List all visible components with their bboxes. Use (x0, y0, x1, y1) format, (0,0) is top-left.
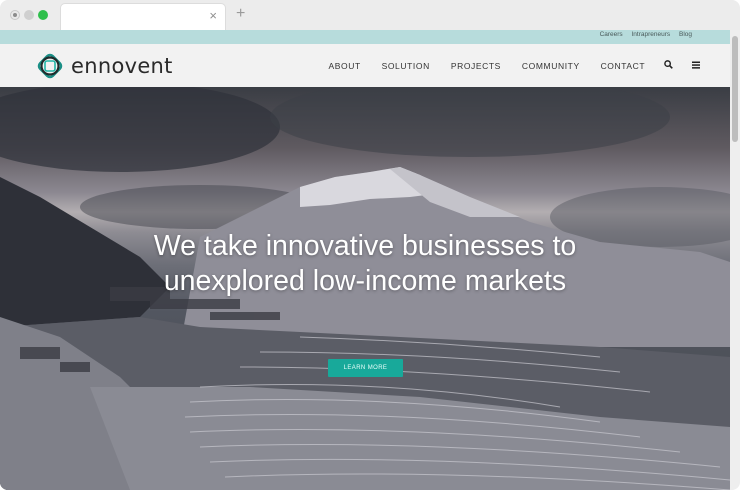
blog-link[interactable]: Blog (679, 31, 692, 38)
page-scrollbar[interactable] (730, 30, 740, 490)
nav-community[interactable]: COMMUNITY (522, 61, 580, 71)
nav-about[interactable]: ABOUT (328, 61, 360, 71)
window-maximize-button[interactable] (38, 10, 48, 20)
site-header: ennovent ABOUT SOLUTION PROJECTS COMMUNI… (0, 44, 730, 88)
nav-solution[interactable]: SOLUTION (382, 61, 430, 71)
hero-headline-line1: We take innovative businesses to (153, 230, 577, 262)
utility-bar: Careers Intrapreneurs Blog (0, 30, 730, 44)
logo-text[interactable]: ennovent (71, 54, 173, 78)
window-minimize-button[interactable] (24, 10, 34, 20)
window-close-button[interactable] (10, 10, 20, 20)
browser-chrome: × + (0, 0, 740, 31)
nav-contact[interactable]: CONTACT (601, 61, 646, 71)
intrapreneurs-link[interactable]: Intrapreneurs (632, 31, 671, 38)
learn-more-button[interactable]: LEARN MORE (328, 359, 403, 377)
browser-window: × + Careers Intrapreneurs Blog ennovent … (0, 0, 740, 490)
new-tab-icon[interactable]: + (236, 5, 245, 23)
hero-section: We take innovative businesses to unexplo… (0, 87, 730, 490)
menu-icon[interactable] (692, 61, 700, 71)
main-nav: ABOUT SOLUTION PROJECTS COMMUNITY CONTAC… (310, 60, 700, 71)
browser-tab[interactable]: × (60, 3, 226, 30)
search-icon[interactable] (664, 60, 673, 71)
careers-link[interactable]: Careers (600, 31, 623, 38)
tab-close-icon[interactable]: × (209, 9, 217, 23)
nav-projects[interactable]: PROJECTS (451, 61, 501, 71)
hero-headline-line2: unexplored low-income markets (163, 265, 567, 297)
logo-icon[interactable] (36, 52, 64, 80)
utility-links: Careers Intrapreneurs Blog (593, 31, 692, 38)
scrollbar-thumb[interactable] (732, 36, 738, 142)
